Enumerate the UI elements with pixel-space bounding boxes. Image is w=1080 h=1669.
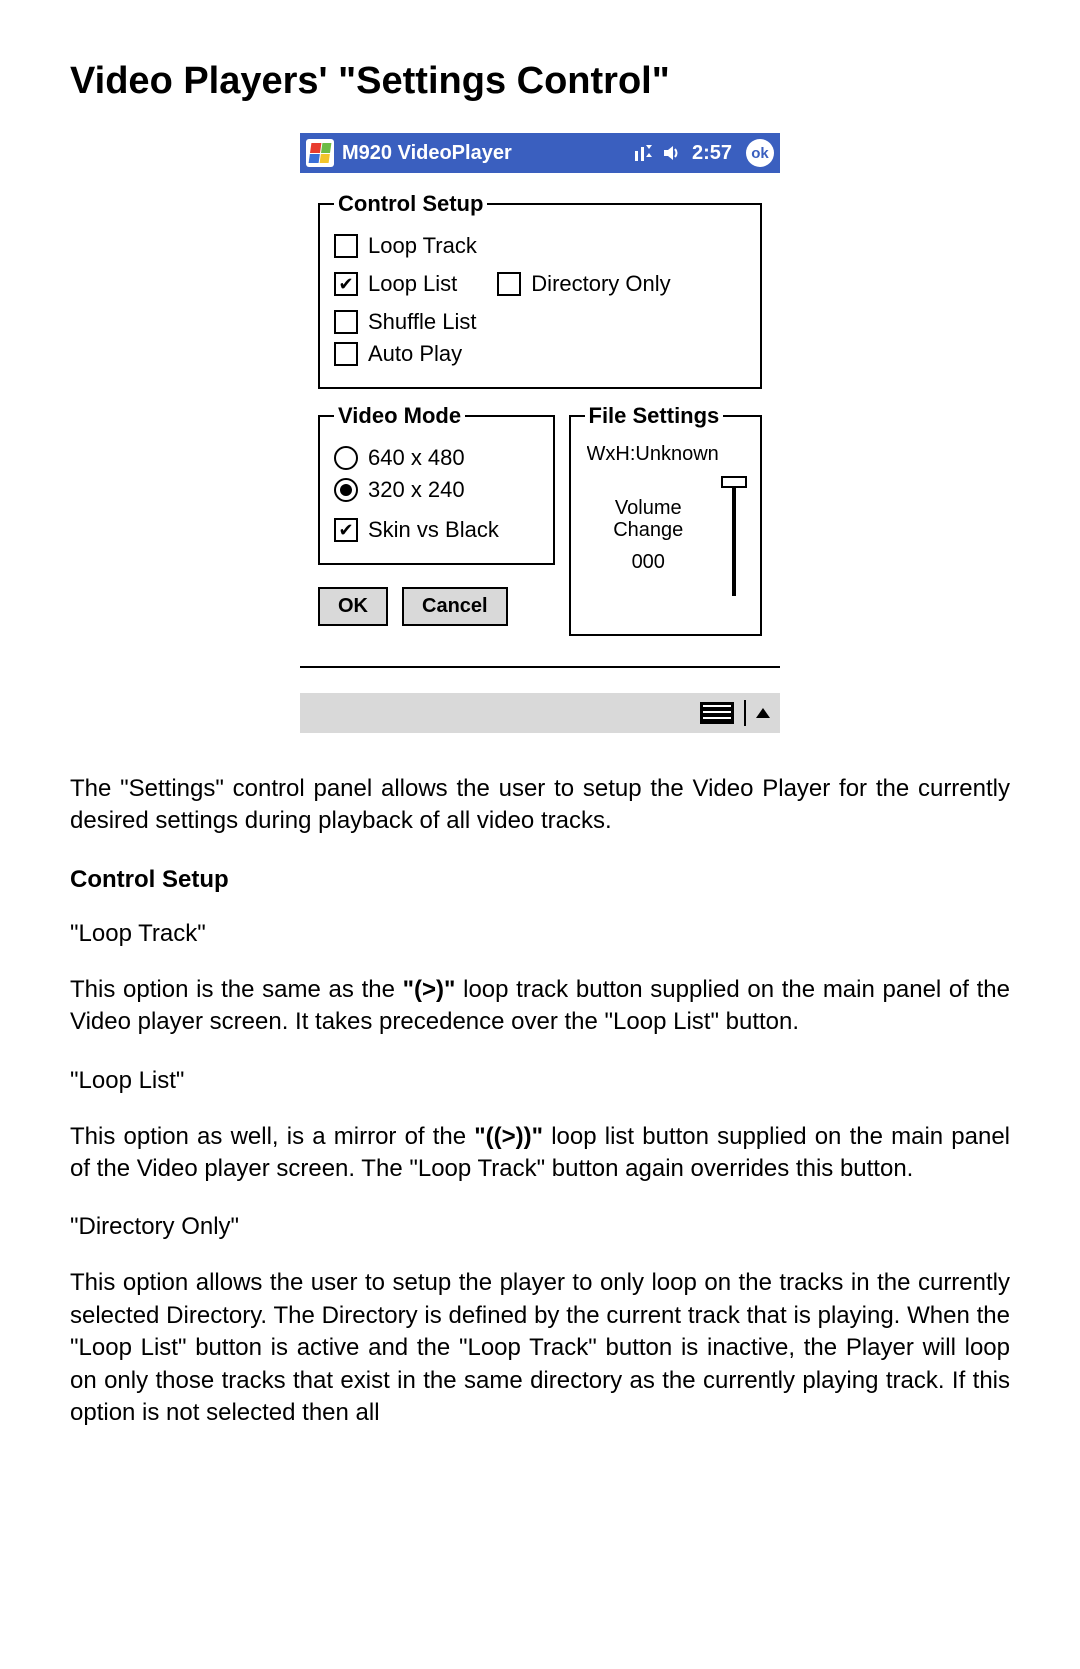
checkbox-directory-only[interactable] <box>497 272 521 296</box>
item-name-directory-only: "Directory Only" <box>70 1213 1010 1241</box>
start-icon[interactable] <box>306 139 334 167</box>
device-frame: M920 VideoPlayer 2:57 ok Control Setup L… <box>300 133 780 733</box>
label-640x480: 640 x 480 <box>368 445 465 471</box>
checkbox-shuffle-list[interactable] <box>334 310 358 334</box>
legend-video-mode: Video Mode <box>334 403 465 429</box>
label-shuffle-list: Shuffle List <box>368 309 476 335</box>
label-directory-only: Directory Only <box>531 271 670 297</box>
screenshot-figure: M920 VideoPlayer 2:57 ok Control Setup L… <box>70 133 1010 733</box>
group-video-mode: Video Mode 640 x 480 320 x 240 ✔ <box>318 403 555 565</box>
item-desc-loop-list: This option as well, is a mirror of the … <box>70 1121 1010 1186</box>
client-area: Control Setup Loop Track ✔ Loop List Dir… <box>300 173 780 693</box>
legend-control-setup: Control Setup <box>334 191 487 217</box>
separator <box>300 666 780 668</box>
item-name-loop-list: "Loop List" <box>70 1067 1010 1095</box>
checkbox-loop-list[interactable]: ✔ <box>334 272 358 296</box>
item-desc-loop-track: This option is the same as the "(>)" loo… <box>70 974 1010 1039</box>
ok-button[interactable]: ok <box>746 139 774 167</box>
file-dimensions: WxH:Unknown <box>587 443 745 466</box>
radio-640x480[interactable] <box>334 446 358 470</box>
volume-value: 000 <box>587 551 711 574</box>
checkbox-skin-vs-black[interactable]: ✔ <box>334 518 358 542</box>
group-file-settings: File Settings WxH:Unknown Volume Change … <box>569 403 763 636</box>
chevron-up-icon[interactable] <box>756 708 770 718</box>
connectivity-icon[interactable] <box>632 143 654 163</box>
label-320x240: 320 x 240 <box>368 477 465 503</box>
checkbox-auto-play[interactable] <box>334 342 358 366</box>
radio-320x240[interactable] <box>334 478 358 502</box>
item-desc-directory-only: This option allows the user to setup the… <box>70 1267 1010 1429</box>
intro-paragraph: The "Settings" control panel allows the … <box>70 773 1010 838</box>
ok-dialog-button[interactable]: OK <box>318 587 388 626</box>
volume-label-1: Volume <box>587 497 711 519</box>
label-skin-vs-black: Skin vs Black <box>368 517 499 543</box>
label-loop-list: Loop List <box>368 271 457 297</box>
volume-icon[interactable] <box>662 143 684 163</box>
cancel-dialog-button[interactable]: Cancel <box>402 587 508 626</box>
app-title: M920 VideoPlayer <box>342 142 512 165</box>
divider <box>744 700 746 726</box>
volume-label-2: Change <box>587 519 711 541</box>
section-heading-control-setup: Control Setup <box>70 866 1010 894</box>
item-name-loop-track: "Loop Track" <box>70 920 1010 948</box>
group-control-setup: Control Setup Loop Track ✔ Loop List Dir… <box>318 191 762 389</box>
legend-file-settings: File Settings <box>585 403 724 429</box>
keyboard-icon[interactable] <box>700 702 734 724</box>
volume-slider[interactable] <box>724 476 744 596</box>
title-bar: M920 VideoPlayer 2:57 ok <box>300 133 780 173</box>
checkbox-loop-track[interactable] <box>334 234 358 258</box>
label-auto-play: Auto Play <box>368 341 462 367</box>
sip-bar <box>300 693 780 733</box>
page-title: Video Players' "Settings Control" <box>70 60 1010 103</box>
label-loop-track: Loop Track <box>368 233 477 259</box>
clock: 2:57 <box>692 142 732 165</box>
